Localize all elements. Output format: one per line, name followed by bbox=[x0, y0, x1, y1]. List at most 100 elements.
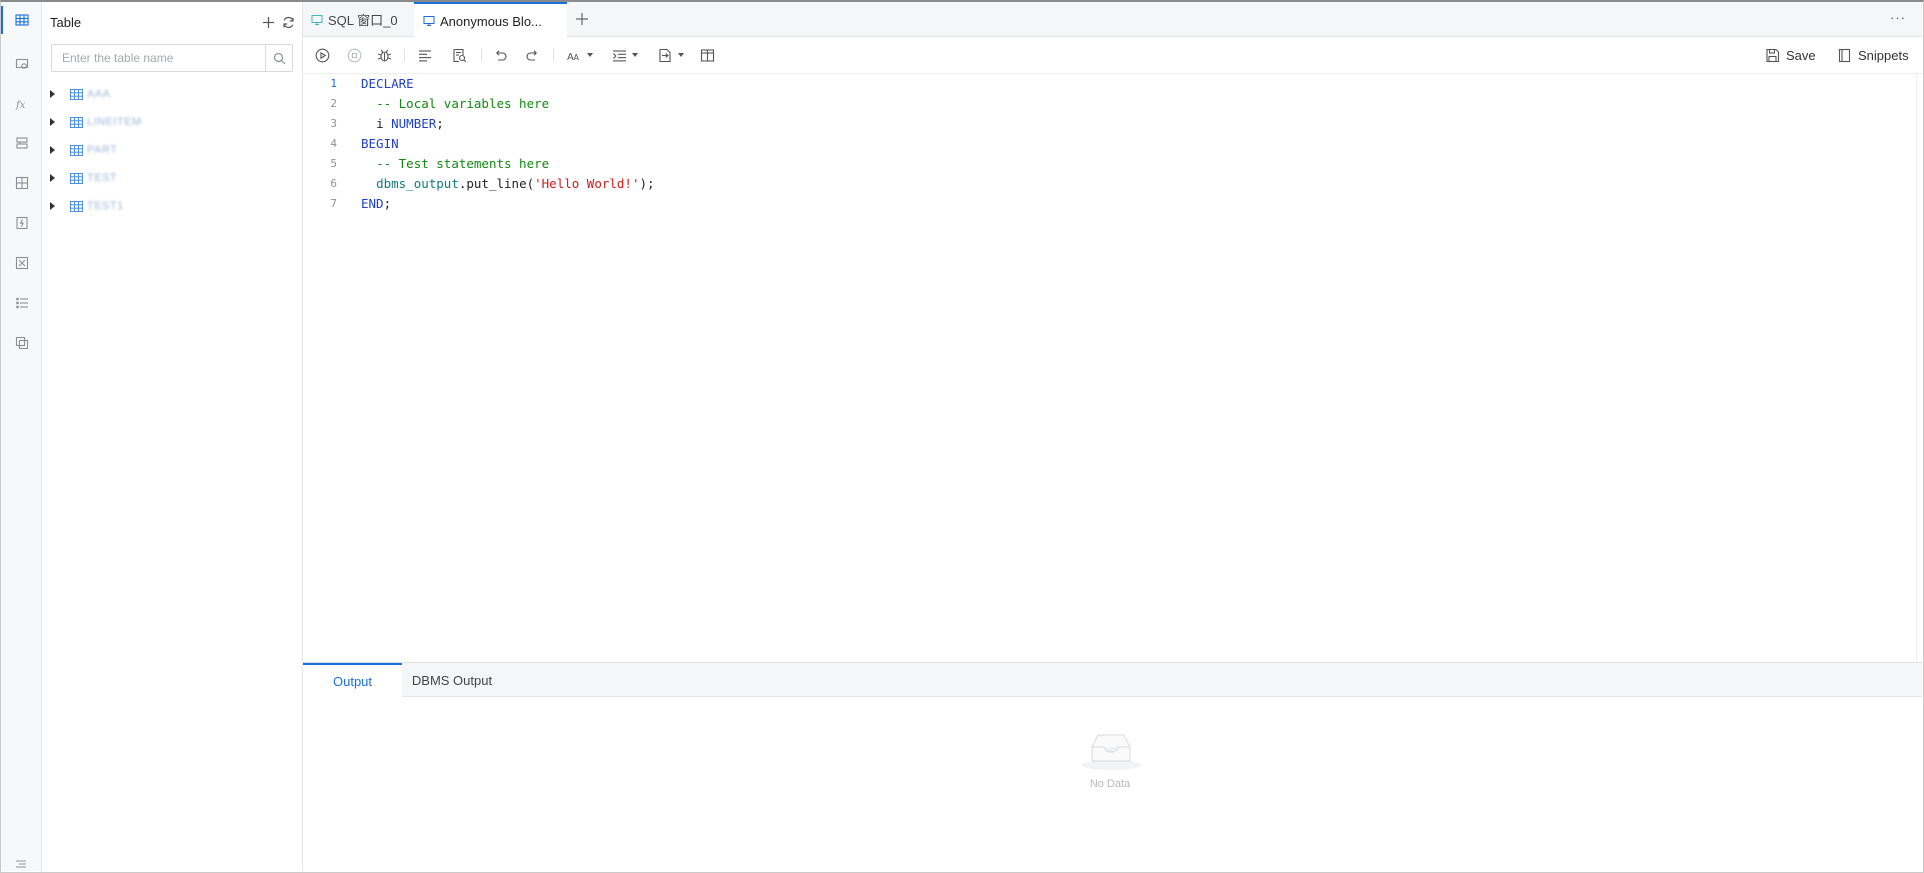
code-line[interactable]: BEGIN bbox=[361, 134, 655, 154]
toolbar-divider bbox=[404, 49, 405, 62]
line-number: 4 bbox=[330, 137, 337, 150]
stop-button[interactable] bbox=[347, 46, 362, 64]
explain-plan-button[interactable] bbox=[452, 46, 467, 64]
chevron-down-icon bbox=[678, 53, 684, 57]
expand-caret-icon[interactable] bbox=[50, 118, 55, 126]
code-line[interactable]: END; bbox=[361, 194, 655, 214]
table-panel: Table AAA LINEITEM PART TEST bbox=[42, 2, 303, 871]
output-tab-bar: Output DBMS Output bbox=[303, 663, 1922, 698]
svg-text:A: A bbox=[574, 53, 580, 62]
tree-item-label: TEST bbox=[87, 172, 118, 184]
columns-icon bbox=[700, 48, 715, 62]
chevron-down-icon bbox=[587, 53, 593, 57]
align-left-icon bbox=[419, 49, 431, 61]
search-button[interactable] bbox=[265, 45, 292, 71]
code-content[interactable]: DECLARE -- Local variables here i NUMBER… bbox=[361, 74, 655, 214]
undo-button[interactable] bbox=[493, 46, 508, 64]
rail-trigger-icon[interactable] bbox=[1, 205, 42, 241]
tree-item-label: LINEITEM bbox=[87, 116, 142, 128]
run-button[interactable] bbox=[315, 46, 330, 64]
tab-label: Anonymous Blo... bbox=[440, 13, 542, 29]
snippets-label: Snippets bbox=[1858, 47, 1909, 63]
identifier-token: i bbox=[376, 116, 392, 131]
line-number: 2 bbox=[330, 97, 337, 110]
tree-item-table[interactable]: PART bbox=[42, 136, 302, 164]
rail-function-icon[interactable]: fx bbox=[1, 86, 42, 122]
table-tree: AAA LINEITEM PART TEST TEST1 bbox=[42, 80, 302, 220]
output-panel: Output DBMS Output No Data bbox=[303, 662, 1922, 871]
rail-sequence-icon[interactable] bbox=[1, 285, 42, 321]
indent-dropdown[interactable] bbox=[612, 46, 638, 64]
table-icon bbox=[70, 200, 83, 212]
tree-item-label: TEST1 bbox=[87, 200, 124, 212]
punctuation-token: ; bbox=[383, 196, 392, 211]
empty-inbox-icon bbox=[1081, 734, 1141, 770]
punctuation-token: ; bbox=[436, 116, 444, 131]
expand-caret-icon[interactable] bbox=[50, 146, 55, 154]
tab-anonymous-block[interactable]: Anonymous Blo... bbox=[414, 2, 567, 38]
snippets-button[interactable]: Snippets bbox=[1837, 46, 1909, 64]
tree-item-table[interactable]: LINEITEM bbox=[42, 108, 302, 136]
stop-icon bbox=[347, 48, 362, 62]
tab-label: SQL 窗口_0 bbox=[328, 13, 398, 28]
table-search bbox=[51, 44, 293, 72]
code-line[interactable]: i NUMBER; bbox=[361, 114, 655, 134]
keyword-token: BEGIN bbox=[361, 136, 399, 151]
add-table-button[interactable] bbox=[260, 14, 276, 30]
line-number: 1 bbox=[330, 77, 337, 90]
expand-caret-icon[interactable] bbox=[50, 174, 55, 182]
code-editor[interactable]: 1 2 3 4 5 6 7 DECLARE -- Local variables… bbox=[303, 74, 1922, 662]
table-icon bbox=[70, 116, 83, 128]
tab-output[interactable]: Output bbox=[303, 663, 402, 698]
vertical-scrollbar[interactable] bbox=[1916, 74, 1922, 662]
plus-icon bbox=[576, 13, 588, 25]
play-icon bbox=[315, 48, 330, 62]
rail-package-icon[interactable] bbox=[1, 165, 42, 201]
rail-view-icon[interactable] bbox=[1, 46, 42, 82]
expand-caret-icon[interactable] bbox=[50, 90, 55, 98]
table-search-input[interactable] bbox=[52, 45, 265, 71]
code-line[interactable]: -- Local variables here bbox=[361, 94, 655, 114]
more-tabs-button[interactable]: ··· bbox=[1890, 10, 1906, 25]
font-size-dropdown[interactable]: AA bbox=[567, 46, 593, 64]
string-token: 'Hello World!' bbox=[534, 176, 640, 191]
expand-caret-icon[interactable] bbox=[50, 202, 55, 210]
split-view-button[interactable] bbox=[700, 46, 715, 64]
comment-token: -- Test statements here bbox=[376, 156, 550, 171]
collapse-menu-icon[interactable] bbox=[15, 858, 27, 870]
svg-text:fx: fx bbox=[15, 100, 26, 111]
tree-item-table[interactable]: AAA bbox=[42, 80, 302, 108]
code-line[interactable]: -- Test statements here bbox=[361, 154, 655, 174]
line-number: 3 bbox=[330, 117, 337, 130]
refresh-button[interactable] bbox=[280, 14, 296, 30]
file-export-icon bbox=[659, 48, 671, 62]
line-number: 5 bbox=[330, 157, 337, 170]
tree-item-label: AAA bbox=[87, 88, 111, 100]
redo-button[interactable] bbox=[525, 46, 540, 64]
toolbar-divider bbox=[481, 49, 482, 62]
punctuation-token: ); bbox=[639, 176, 655, 191]
tree-item-table[interactable]: TEST bbox=[42, 164, 302, 192]
search-icon bbox=[273, 52, 285, 64]
new-tab-button[interactable] bbox=[574, 11, 590, 27]
rail-synonym-icon[interactable] bbox=[1, 325, 42, 361]
chevron-down-icon bbox=[632, 53, 638, 57]
tab-sql-window[interactable]: SQL 窗口_0 bbox=[311, 2, 411, 37]
keyword-token: END bbox=[361, 196, 384, 211]
table-panel-title: Table bbox=[50, 15, 82, 30]
keyword-token: DECLARE bbox=[361, 76, 414, 91]
save-button[interactable]: Save bbox=[1765, 46, 1816, 64]
tab-dbms-output[interactable]: DBMS Output bbox=[402, 663, 502, 697]
code-line[interactable]: DECLARE bbox=[361, 74, 655, 94]
empty-state: No Data bbox=[1080, 727, 1141, 790]
rail-table-icon[interactable] bbox=[1, 2, 42, 38]
code-line[interactable]: dbms_output.put_line('Hello World!'); bbox=[361, 174, 655, 194]
export-dropdown[interactable] bbox=[658, 46, 684, 64]
tree-item-table[interactable]: TEST1 bbox=[42, 192, 302, 220]
rail-type-icon[interactable] bbox=[1, 245, 42, 281]
document-search-icon bbox=[453, 48, 467, 62]
debug-button[interactable] bbox=[377, 46, 392, 64]
redo-icon bbox=[526, 49, 537, 61]
format-button[interactable] bbox=[418, 46, 433, 64]
rail-procedure-icon[interactable] bbox=[1, 125, 42, 161]
